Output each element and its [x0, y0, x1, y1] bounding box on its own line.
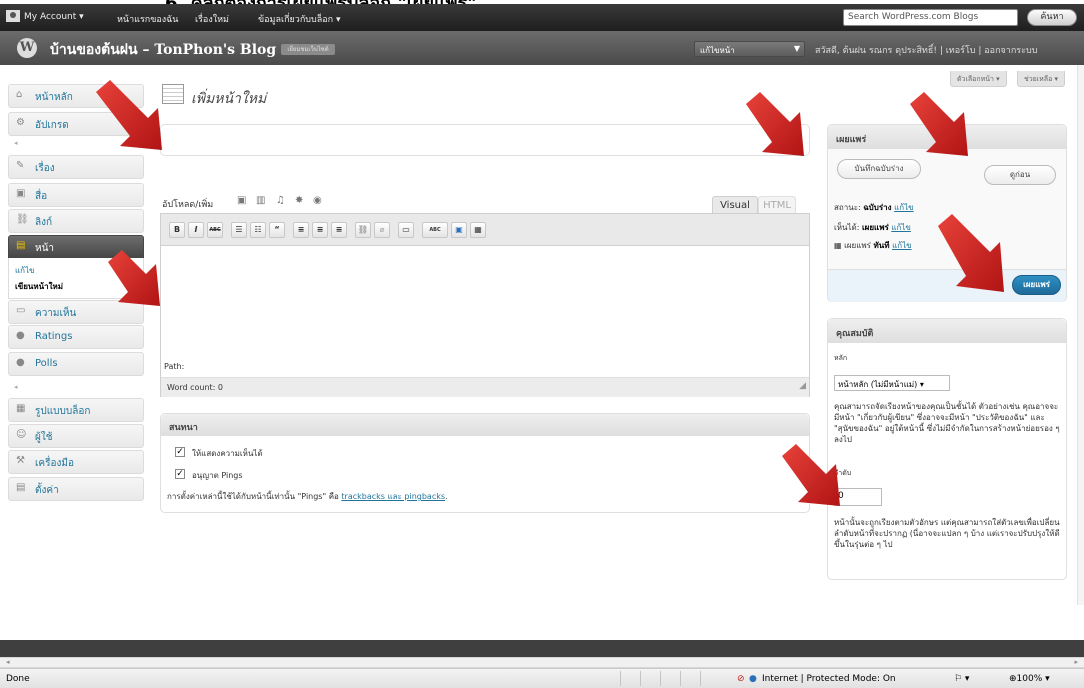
security-zone-text[interactable]: Internet | Protected Mode: On: [762, 674, 896, 684]
status-divider: [640, 671, 641, 686]
horizontal-scrollbar[interactable]: ◂ ▸: [0, 657, 1084, 668]
scroll-left-icon[interactable]: ◂: [6, 658, 10, 666]
status-divider: [700, 671, 701, 686]
zoom-value: 100%: [1016, 674, 1043, 684]
zoom-level[interactable]: ⊕100% ▾: [1009, 674, 1050, 684]
red-arrow-icon: [782, 444, 840, 506]
tools-dropdown-icon[interactable]: ⚐ ▾: [954, 674, 969, 684]
red-arrow-icon: [746, 92, 804, 156]
status-divider: [660, 671, 661, 686]
popup-blocked-icon[interactable]: ⊘: [737, 674, 745, 684]
red-arrow-icon: [108, 250, 160, 306]
status-divider: [680, 671, 681, 686]
scroll-right-icon[interactable]: ▸: [1074, 658, 1078, 666]
tutorial-arrows: [96, 80, 1004, 506]
zoom-icon: ⊕: [1009, 674, 1017, 684]
status-text: Done: [6, 674, 30, 684]
red-arrow-icon: [938, 214, 1004, 292]
footer-bar: [0, 640, 1084, 657]
status-divider: [620, 671, 621, 686]
red-arrow-icon: [96, 80, 162, 150]
red-arrow-icon: [910, 92, 968, 156]
globe-icon: ●: [749, 674, 757, 684]
vertical-scrollbar[interactable]: [1077, 65, 1084, 605]
browser-status-bar: Done ⊘ ● Internet | Protected Mode: On ⚐…: [0, 668, 1084, 688]
